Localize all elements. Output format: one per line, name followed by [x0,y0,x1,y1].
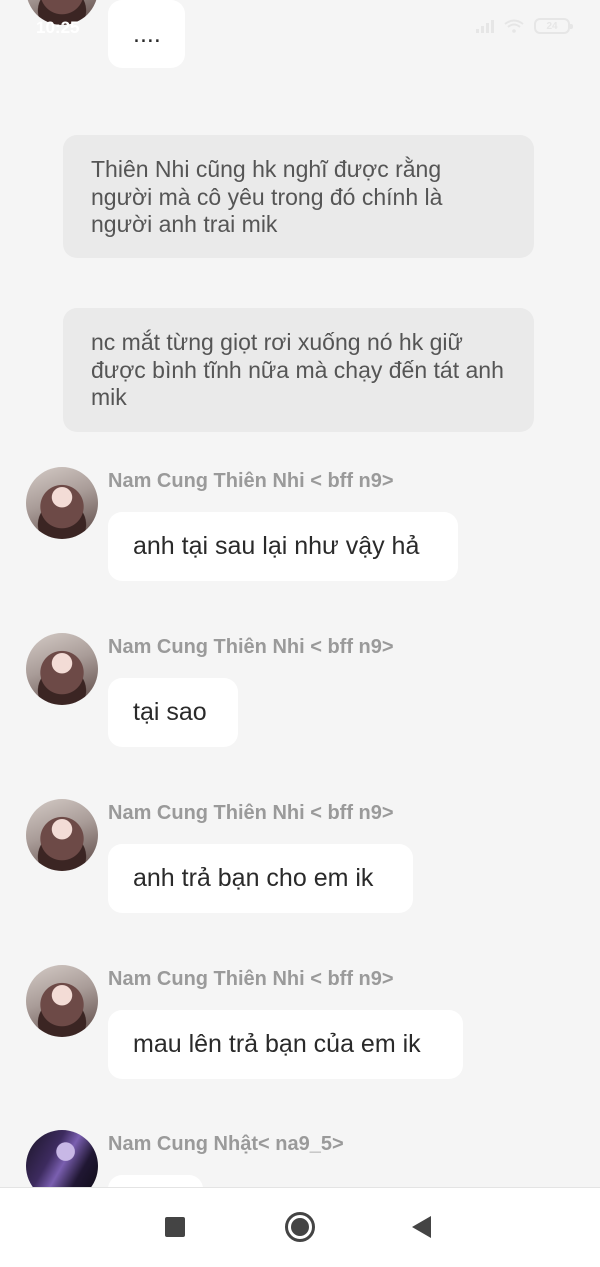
wifi-icon [504,19,524,33]
message-text: anh trả bạn cho em ik [133,864,374,892]
sender-name: Nam Cung Thiên Nhi < bff n9> [108,636,394,658]
narration-bubble[interactable]: Thiên Nhi cũng hk nghĩ được rằng người m… [63,135,534,258]
avatar[interactable] [26,965,98,1037]
navigation-bar [0,1187,600,1267]
status-time: 10:25 [36,18,80,37]
battery-level: 24 [546,20,558,32]
message-bubble[interactable]: tại sao [108,678,238,747]
sender-name: Nam Cung Thiên Nhi < bff n9> [108,802,394,824]
home-icon[interactable] [285,1212,315,1242]
message-text: tại sao [133,698,207,726]
message-bubble[interactable]: mau lên trả bạn của em ik [108,1010,463,1079]
avatar[interactable] [26,633,98,705]
message-bubble[interactable]: .... [108,0,185,68]
battery-icon: 24 [534,18,573,34]
sender-name: Nam Cung Nhật< na9_5> [108,1133,344,1155]
recent-apps-icon[interactable] [165,1217,185,1237]
sender-name: Nam Cung Thiên Nhi < bff n9> [108,470,394,492]
message-text: anh tại sau lại như vậy hả [133,532,420,560]
message-text: .... [133,19,161,48]
message-bubble[interactable]: anh tại sau lại như vậy hả [108,512,458,581]
sender-name: Nam Cung Thiên Nhi < bff n9> [108,968,394,990]
back-icon[interactable] [412,1216,431,1238]
status-icons: 24 [476,18,573,34]
message-text: mau lên trả bạn của em ik [133,1030,421,1058]
narration-text: Thiên Nhi cũng hk nghĩ được rằng người m… [91,156,443,237]
avatar[interactable] [26,799,98,871]
avatar[interactable] [26,467,98,539]
message-bubble[interactable]: anh trả bạn cho em ik [108,844,413,913]
signal-icon [476,19,494,33]
chat-screen: 10:25 24 .... Thiên Nhi cũng hk nghĩ đượ… [0,0,600,1267]
narration-text: nc mắt từng giọt rơi xuống nó hk giữ đượ… [91,329,504,410]
narration-bubble[interactable]: nc mắt từng giọt rơi xuống nó hk giữ đượ… [63,308,534,432]
